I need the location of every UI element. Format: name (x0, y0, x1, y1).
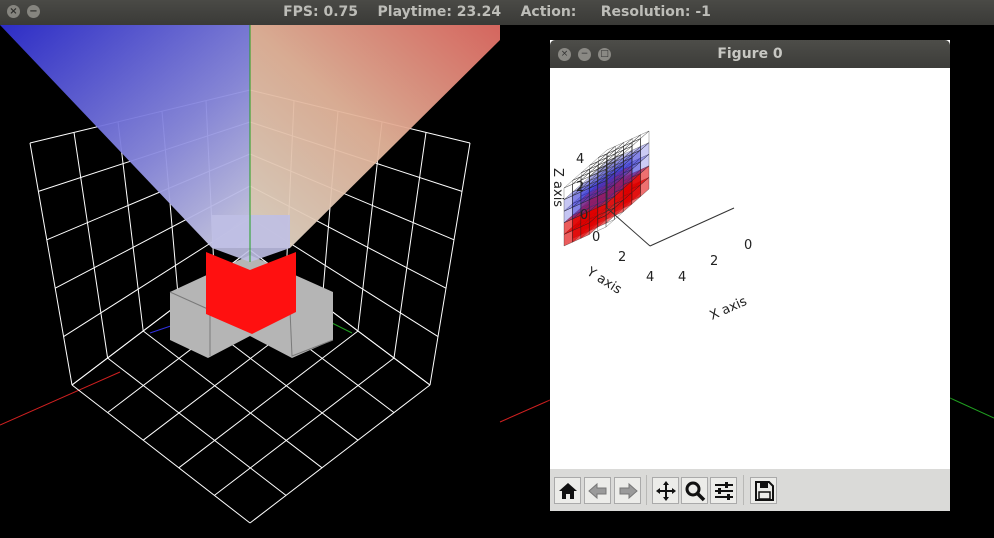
toolbar-separator (646, 475, 647, 505)
back-button[interactable] (584, 477, 611, 504)
y-tick-label: 4 (646, 270, 654, 285)
window-titlebar: × − FPS: 0.75 Playtime: 23.24 Action: Re… (0, 0, 994, 25)
zoom-icon (685, 481, 706, 502)
configure-subplots-icon (715, 482, 733, 500)
toolbar-separator (743, 475, 744, 505)
3d-voxel-plot[interactable]: 4 2 0 0 2 4 0 2 4 Z axis Y axis X axis (550, 68, 950, 469)
figure-window: × − □ Figure 0 4 2 0 0 2 4 0 2 4 Z axis … (550, 40, 950, 511)
z-tick-label: 2 (576, 180, 584, 195)
playtime-label: Playtime: (377, 4, 452, 20)
save-button[interactable] (750, 477, 777, 504)
forward-button[interactable] (614, 477, 641, 504)
action-label: Action: (520, 4, 577, 20)
y-axis-label: Y axis (583, 264, 624, 298)
figure-toolbar (550, 469, 950, 511)
pan-icon (656, 481, 676, 501)
y-axis-line (606, 207, 651, 247)
status-bar: FPS: 0.75 Playtime: 23.24 Action: Resolu… (0, 0, 994, 25)
playtime-value: 23.24 (456, 4, 502, 20)
home-icon (559, 483, 577, 499)
camera-cone (0, 25, 500, 262)
x-axis-line (649, 207, 735, 247)
z-tick-label: 4 (576, 152, 584, 167)
x-tick-label: 4 (678, 270, 686, 285)
fps-label: FPS: (283, 4, 319, 20)
save-icon (755, 481, 774, 501)
resolution-label: Resolution: (600, 4, 691, 20)
forward-icon (619, 482, 638, 500)
x-tick-label: 0 (744, 238, 752, 253)
y-tick-label: 0 (592, 230, 600, 245)
y-tick-label: 2 (618, 250, 626, 265)
figure-title: Figure 0 (717, 46, 783, 62)
figure-titlebar: × − □ Figure 0 (550, 40, 950, 68)
zoom-button[interactable] (681, 477, 708, 504)
back-icon (588, 482, 607, 500)
fps-value: 0.75 (323, 4, 359, 20)
voxel-map (169, 252, 334, 358)
configure-subplots-button[interactable] (710, 477, 737, 504)
pan-button[interactable] (652, 477, 679, 504)
x-axis-label: X axis (708, 294, 750, 324)
z-axis-label: Z axis (550, 168, 565, 207)
z-tick-label: 0 (580, 208, 588, 223)
resolution-value: -1 (695, 4, 711, 20)
home-button[interactable] (554, 477, 581, 504)
x-tick-label: 2 (710, 254, 718, 269)
